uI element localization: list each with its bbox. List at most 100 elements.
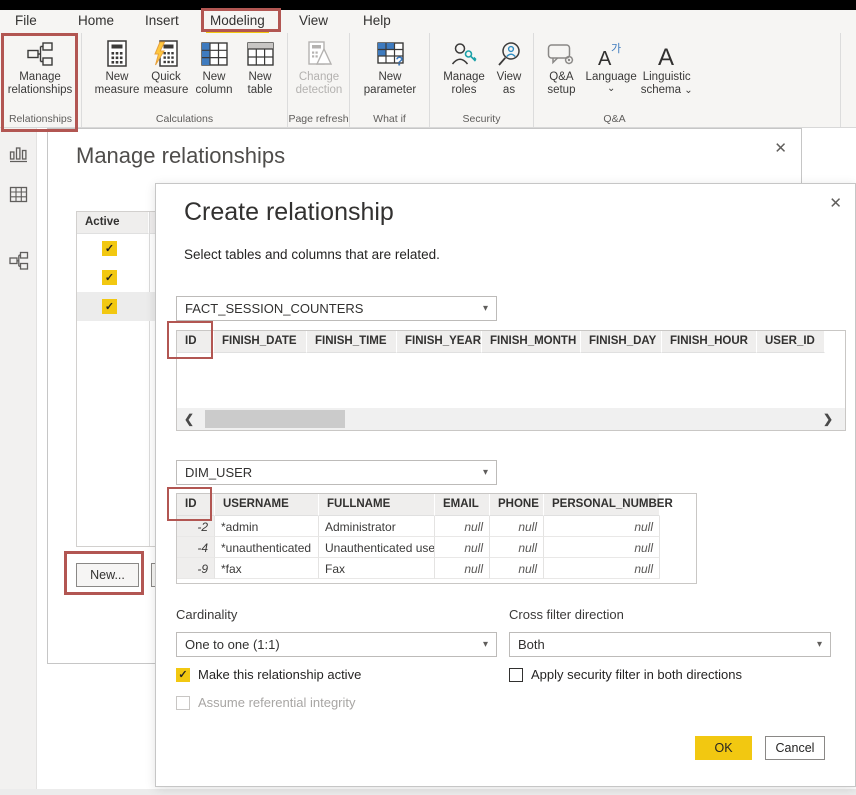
- fact-col-finish-hour[interactable]: FINISH_HOUR: [662, 331, 757, 353]
- active-column-header[interactable]: Active: [77, 212, 149, 234]
- manage-relationships-icon: [26, 37, 54, 71]
- new-parameter-button[interactable]: ? New parameter: [361, 37, 419, 97]
- cancel-button[interactable]: Cancel: [765, 736, 825, 760]
- cross-filter-dropdown[interactable]: Both ▾: [509, 632, 831, 657]
- dim-col-phone[interactable]: PHONE: [490, 494, 544, 516]
- scroll-left-icon[interactable]: ❮: [184, 412, 194, 426]
- fact-col-finish-year[interactable]: FINISH_YEAR: [397, 331, 482, 353]
- view-as-label-1: View: [497, 71, 522, 84]
- table-cell[interactable]: null: [435, 537, 490, 558]
- table-cell[interactable]: *admin: [215, 516, 319, 537]
- manage-relationships-label-1: Manage: [19, 71, 61, 84]
- group-relationships: Manage relationships Relationships: [0, 33, 82, 127]
- chevron-down-icon: ⌄: [607, 84, 615, 93]
- new-measure-icon: [105, 37, 129, 71]
- scrollbar-thumb[interactable]: [205, 410, 345, 428]
- table-cell[interactable]: null: [490, 516, 544, 537]
- dim-col-fullname[interactable]: FULLNAME: [319, 494, 435, 516]
- new-measure-button[interactable]: New measure: [92, 37, 142, 97]
- tab-home[interactable]: Home: [78, 13, 114, 28]
- new-parameter-label-2: parameter: [364, 84, 416, 97]
- fact-col-user-id[interactable]: USER_ID: [757, 331, 825, 353]
- fact-col-finish-time[interactable]: FINISH_TIME: [307, 331, 397, 353]
- table2-dropdown[interactable]: DIM_USER ▾: [176, 460, 497, 485]
- manage-roles-button[interactable]: Manage roles: [438, 37, 490, 97]
- tab-help[interactable]: Help: [363, 13, 391, 28]
- close-icon[interactable]: ✕: [829, 194, 842, 212]
- tab-insert[interactable]: Insert: [145, 13, 179, 28]
- table-cell[interactable]: -4: [177, 537, 215, 558]
- cardinality-label: Cardinality: [176, 607, 237, 622]
- table-cell[interactable]: -9: [177, 558, 215, 579]
- change-detection-icon: [305, 37, 333, 71]
- report-view-icon[interactable]: [9, 145, 28, 164]
- referential-integrity-label: Assume referential integrity: [198, 695, 356, 710]
- table-cell[interactable]: -2: [177, 516, 215, 537]
- table-cell[interactable]: *fax: [215, 558, 319, 579]
- new-table-label-1: New: [248, 71, 271, 84]
- new-parameter-label-1: New: [378, 71, 401, 84]
- dim-col-email[interactable]: EMAIL: [435, 494, 490, 516]
- table-cell[interactable]: *unauthenticated: [215, 537, 319, 558]
- data-view-icon[interactable]: [9, 185, 28, 204]
- active-checkbox[interactable]: ✓: [102, 299, 117, 314]
- horizontal-scrollbar[interactable]: ❮ ❯: [177, 408, 845, 430]
- model-view-icon[interactable]: [9, 251, 29, 271]
- tab-modeling[interactable]: Modeling: [210, 13, 265, 28]
- active-checkbox[interactable]: ✓: [102, 270, 117, 285]
- make-active-checkbox[interactable]: ✓: [176, 668, 190, 682]
- ribbon-groups: Manage relationships Relationships: [0, 33, 841, 127]
- table-cell[interactable]: null: [435, 558, 490, 579]
- fact-col-finish-month[interactable]: FINISH_MONTH: [482, 331, 581, 353]
- table-cell[interactable]: null: [435, 516, 490, 537]
- chevron-down-icon: ⌄: [684, 85, 692, 96]
- new-column-button[interactable]: New column: [190, 37, 238, 97]
- group-what-if: ? New parameter What if: [350, 33, 430, 127]
- table-cell[interactable]: Unauthenticated user: [319, 537, 435, 558]
- tab-file[interactable]: File: [15, 13, 37, 28]
- fact-col-finish-date[interactable]: FINISH_DATE: [214, 331, 307, 353]
- manage-relationships-button[interactable]: Manage relationships: [0, 37, 80, 97]
- scroll-right-icon[interactable]: ❯: [823, 412, 833, 426]
- security-filter-checkbox[interactable]: [509, 668, 523, 682]
- table-cell[interactable]: null: [544, 558, 660, 579]
- fact-col-id[interactable]: ID: [177, 331, 214, 353]
- new-column-label-1: New: [202, 71, 225, 84]
- new-relationship-button[interactable]: New...: [76, 563, 139, 587]
- table-cell[interactable]: null: [544, 537, 660, 558]
- tab-view[interactable]: View: [299, 13, 328, 28]
- referential-integrity-checkbox-row: Assume referential integrity: [176, 695, 356, 710]
- powerbi-window: { "icons": { "close": "✕", "caret": "▾",…: [0, 0, 856, 795]
- ok-button[interactable]: OK: [695, 736, 752, 760]
- table-cell[interactable]: null: [490, 537, 544, 558]
- security-filter-label: Apply security filter in both directions: [531, 667, 742, 682]
- active-checkbox[interactable]: ✓: [102, 241, 117, 256]
- table1-dropdown[interactable]: FACT_SESSION_COUNTERS ▾: [176, 296, 497, 321]
- group-label-qa: Q&A: [534, 113, 695, 125]
- linguistic-schema-button[interactable]: A Linguistic schema ⌄: [638, 37, 695, 97]
- dim-col-username[interactable]: USERNAME: [215, 494, 319, 516]
- table-cell[interactable]: Fax: [319, 558, 435, 579]
- new-parameter-icon: ?: [377, 37, 404, 71]
- linguistic-schema-label-2: schema ⌄: [641, 84, 693, 97]
- cardinality-dropdown[interactable]: One to one (1:1) ▾: [176, 632, 497, 657]
- table-cell[interactable]: null: [544, 516, 660, 537]
- fact-col-finish-day[interactable]: FINISH_DAY: [581, 331, 662, 353]
- dim-col-personal-number[interactable]: PERSONAL_NUMBER: [544, 494, 660, 516]
- manage-roles-label-1: Manage: [443, 71, 485, 84]
- table-cell[interactable]: null: [490, 558, 544, 579]
- dim-col-id[interactable]: ID: [177, 494, 215, 516]
- make-active-checkbox-row[interactable]: ✓ Make this relationship active: [176, 667, 361, 682]
- svg-text:?: ?: [395, 54, 403, 67]
- view-sidebar: [0, 128, 37, 795]
- table-cell[interactable]: Administrator: [319, 516, 435, 537]
- view-as-button[interactable]: View as: [490, 37, 528, 97]
- close-icon[interactable]: ✕: [774, 139, 787, 157]
- new-table-button[interactable]: New table: [238, 37, 282, 97]
- language-button[interactable]: A 가 Language ⌄: [584, 37, 639, 93]
- qa-setup-button[interactable]: Q&A setup: [539, 37, 584, 97]
- security-filter-checkbox-row[interactable]: Apply security filter in both directions: [509, 667, 742, 682]
- group-qa: Q&A setup A 가 Language ⌄ A: [534, 33, 695, 127]
- referential-integrity-checkbox: [176, 696, 190, 710]
- quick-measure-button[interactable]: Quick measure: [142, 37, 190, 97]
